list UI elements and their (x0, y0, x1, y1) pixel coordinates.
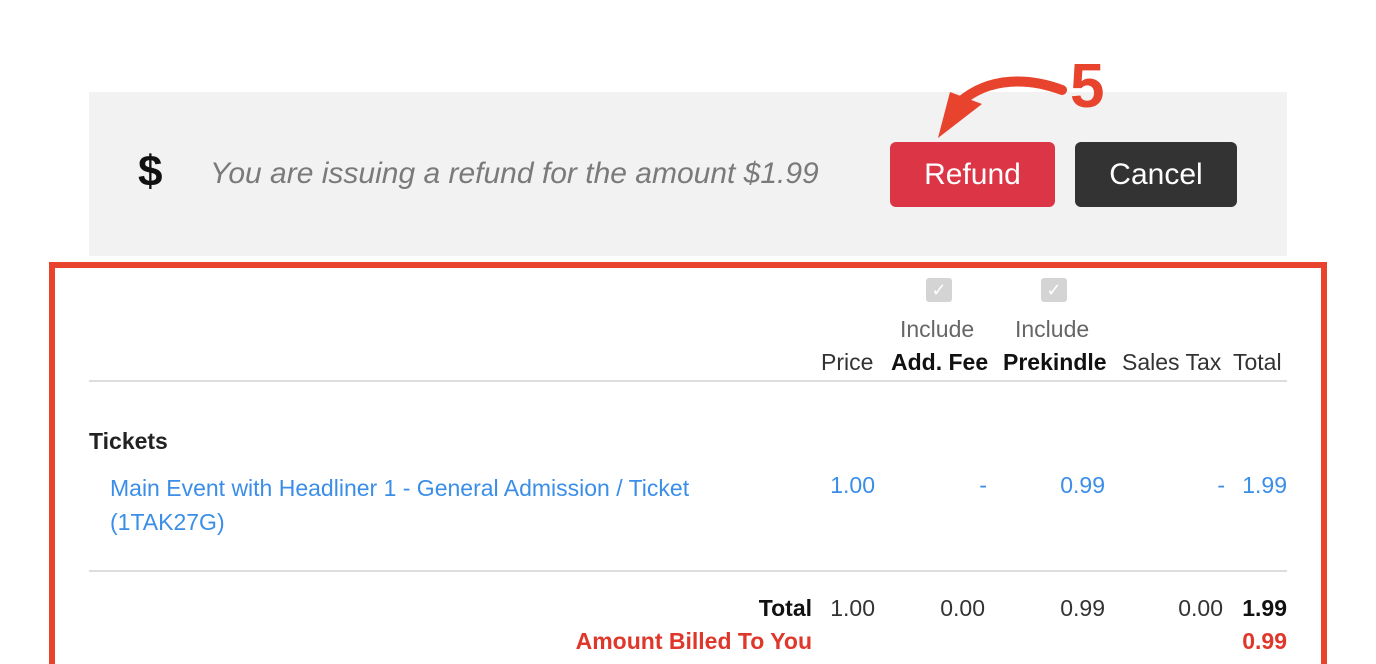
ticket-item-link[interactable]: Main Event with Headliner 1 - General Ad… (110, 471, 750, 539)
add-fee-column-header: Add. Fee (891, 349, 989, 375)
totals-label: Total (758, 595, 812, 621)
include-add-fee-label: Include (900, 316, 975, 342)
annotation-arrow-icon (938, 76, 1067, 138)
dollar-sign-icon: $ (138, 147, 163, 196)
row-add-fee: - (979, 472, 987, 498)
row-total: 1.99 (1242, 472, 1287, 498)
amount-billed-value: 0.99 (1242, 628, 1287, 654)
prekindle-column-header: Prekindle (1003, 349, 1107, 375)
total-price: 1.00 (830, 595, 875, 621)
annotation-step-number: 5 (1070, 52, 1105, 121)
sales-tax-column-header: Sales Tax (1122, 349, 1222, 375)
total-add-fee: 0.00 (940, 595, 985, 621)
refund-message: You are issuing a refund for the amount … (210, 157, 819, 190)
header-divider (89, 380, 1287, 382)
amount-billed-label: Amount Billed To You (575, 628, 812, 654)
cancel-button[interactable]: Cancel (1075, 142, 1237, 207)
annotation-highlight-box (49, 262, 1327, 664)
total-prekindle: 0.99 (1060, 595, 1105, 621)
section-title: Tickets (89, 428, 168, 454)
row-price: 1.00 (830, 472, 875, 498)
totals-divider (89, 570, 1287, 572)
row-sales-tax: - (1217, 472, 1225, 498)
price-column-header: Price (821, 349, 874, 375)
total-sales-tax: 0.00 (1178, 595, 1223, 621)
include-prekindle-checkbox[interactable]: ✓ (1041, 278, 1067, 302)
grand-total: 1.99 (1242, 595, 1287, 621)
total-column-header: Total (1233, 349, 1282, 375)
include-prekindle-label: Include (1015, 316, 1090, 342)
include-add-fee-checkbox[interactable]: ✓ (926, 278, 952, 302)
row-prekindle: 0.99 (1060, 472, 1105, 498)
